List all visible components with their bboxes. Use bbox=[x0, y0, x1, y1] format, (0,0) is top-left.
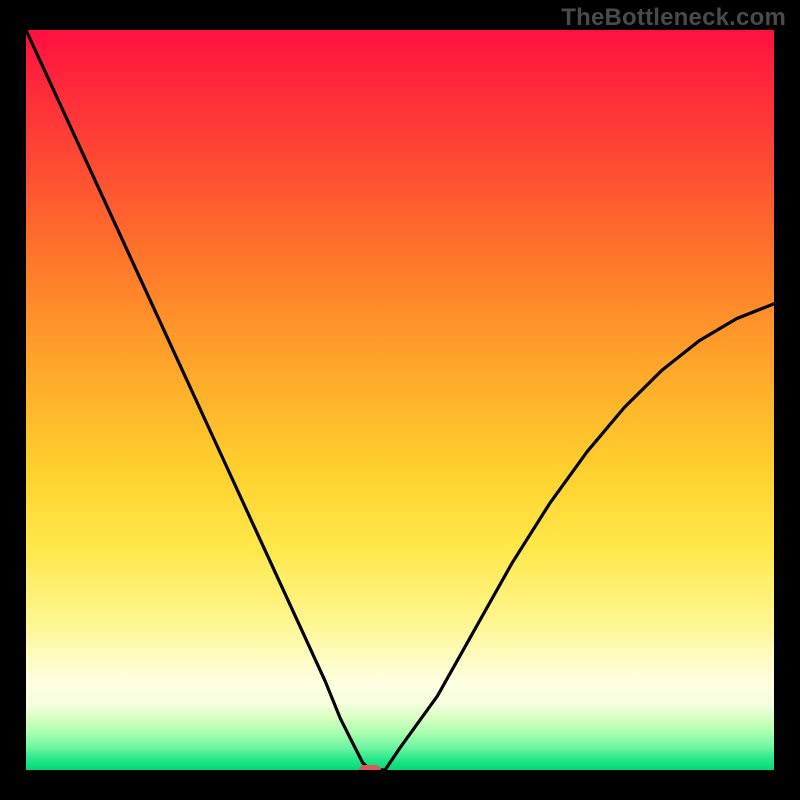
bottleneck-curve bbox=[26, 30, 774, 770]
optimal-marker bbox=[359, 765, 381, 770]
chart-frame: TheBottleneck.com bbox=[0, 0, 800, 800]
plot-area bbox=[26, 30, 774, 770]
watermark-text: TheBottleneck.com bbox=[561, 4, 786, 32]
curve-svg bbox=[26, 30, 774, 770]
